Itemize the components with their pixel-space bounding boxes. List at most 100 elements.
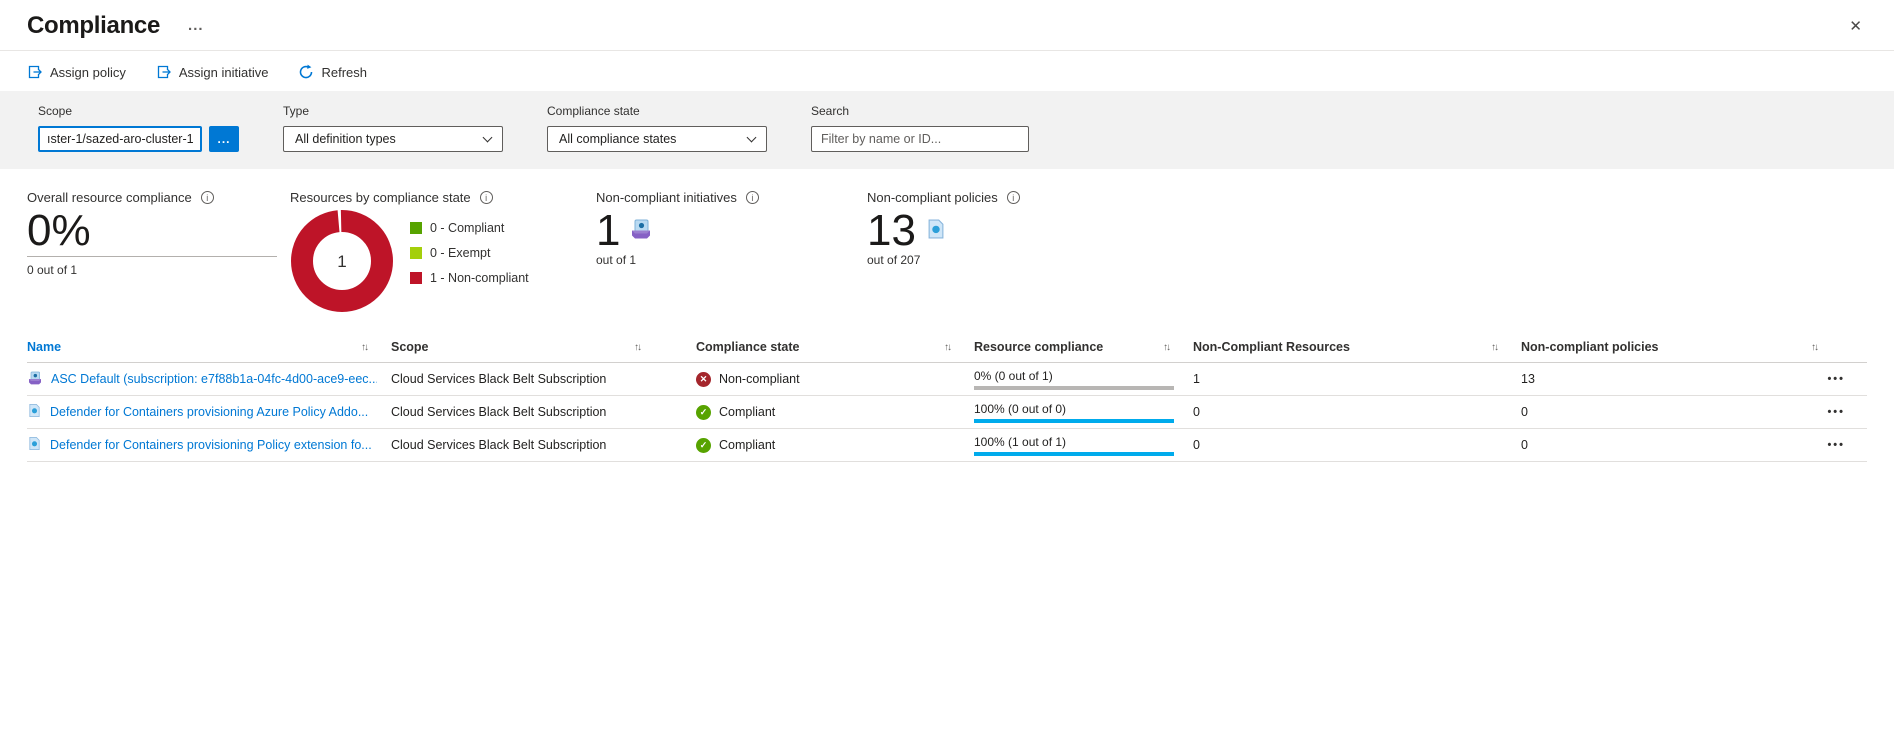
policy-set-link[interactable]: ASC Default (subscription: e7f88b1a-04fc…: [51, 372, 377, 386]
scope-label: Scope: [38, 104, 239, 118]
compliance-state-cell: Non-compliant: [719, 372, 800, 386]
donut-legend: 0 - Compliant 0 - Exempt 1 - Non-complia…: [410, 221, 529, 318]
context-menu-icon[interactable]: ...: [188, 21, 204, 31]
scope-cell: Cloud Services Black Belt Subscription: [391, 372, 696, 386]
sort-icon[interactable]: ↑↓: [1491, 342, 1497, 353]
refresh-label: Refresh: [321, 65, 367, 80]
info-icon[interactable]: i: [1007, 191, 1020, 204]
non-compliant-policies-title: Non-compliant policies: [867, 190, 998, 205]
compliance-progress-bar: [974, 386, 1174, 390]
legend-label-non-compliant: 1 - Non-compliant: [430, 271, 529, 285]
legend-swatch-exempt: [410, 247, 422, 259]
column-header-non-compliant-policies[interactable]: Non-compliant policies ↑↓: [1521, 340, 1817, 354]
overall-compliance-title: Overall resource compliance: [27, 190, 192, 205]
non-compliant-initiatives-subtext: out of 1: [596, 253, 867, 267]
column-header-scope[interactable]: Scope ↑↓: [391, 340, 696, 354]
compliance-donut-chart[interactable]: 1: [290, 209, 394, 318]
compliance-state-cell: Compliant: [719, 438, 775, 452]
compliant-icon: ✓: [696, 405, 711, 420]
type-label: Type: [283, 104, 503, 118]
chevron-down-icon: [483, 132, 493, 142]
row-menu-icon[interactable]: •••: [1817, 406, 1867, 418]
legend-label-exempt: 0 - Exempt: [430, 246, 490, 260]
sort-icon[interactable]: ↑↓: [944, 342, 950, 353]
search-label: Search: [811, 104, 1029, 118]
search-input[interactable]: [811, 126, 1029, 152]
non-compliant-icon: ✕: [696, 372, 711, 387]
resource-compliance-cell: 100% (0 out of 0): [974, 402, 1177, 416]
assign-policy-button[interactable]: Assign policy: [27, 64, 126, 80]
table-row: ASC Default (subscription: e7f88b1a-04fc…: [27, 363, 1867, 396]
close-icon[interactable]: ✕: [1843, 15, 1868, 37]
compliance-state-cell: Compliant: [719, 405, 775, 419]
compliance-state-label: Compliance state: [547, 104, 767, 118]
sort-icon[interactable]: ↑↓: [361, 342, 367, 353]
row-menu-icon[interactable]: •••: [1817, 439, 1867, 451]
policy-icon: [27, 436, 42, 454]
table-row: Defender for Containers provisioning Azu…: [27, 396, 1867, 429]
compliance-state-filter: Compliance state All compliance states: [547, 104, 767, 152]
assign-policy-label: Assign policy: [50, 65, 126, 80]
compliance-progress-bar: [974, 452, 1174, 456]
policy-link[interactable]: Defender for Containers provisioning Pol…: [50, 438, 372, 452]
policy-link[interactable]: Defender for Containers provisioning Azu…: [50, 405, 368, 419]
table-row: Defender for Containers provisioning Pol…: [27, 429, 1867, 462]
non-compliant-policies-card: Non-compliant policies i 13 out of 207: [867, 190, 1020, 318]
type-dropdown-value: All definition types: [295, 132, 396, 146]
legend-swatch-non-compliant: [410, 272, 422, 284]
command-toolbar: Assign policy Assign initiative Refresh: [0, 51, 1894, 91]
type-filter: Type All definition types: [283, 104, 503, 152]
sort-icon[interactable]: ↑↓: [1163, 342, 1169, 353]
non-compliant-policies-cell: 0: [1521, 405, 1817, 419]
non-compliant-initiatives-card: Non-compliant initiatives i 1 out of 1: [596, 190, 867, 318]
overall-divider: [27, 256, 277, 257]
scope-input[interactable]: [38, 126, 202, 152]
policy-icon: [925, 218, 947, 245]
compliance-state-dropdown[interactable]: All compliance states: [547, 126, 767, 152]
type-dropdown[interactable]: All definition types: [283, 126, 503, 152]
compliance-state-dropdown-value: All compliance states: [559, 132, 676, 146]
scope-picker-button[interactable]: ...: [209, 126, 239, 152]
non-compliant-resources-cell: 0: [1193, 405, 1521, 419]
column-header-resource-compliance[interactable]: Resource compliance ↑↓: [974, 340, 1193, 354]
column-header-non-compliant-resources[interactable]: Non-Compliant Resources ↑↓: [1193, 340, 1521, 354]
resources-by-state-title: Resources by compliance state: [290, 190, 471, 205]
non-compliant-resources-cell: 0: [1193, 438, 1521, 452]
page-title: Compliance: [27, 12, 160, 40]
non-compliant-policies-subtext: out of 207: [867, 253, 1020, 267]
non-compliant-initiatives-value: 1: [596, 209, 620, 253]
column-header-compliance-state[interactable]: Compliance state ↑↓: [696, 340, 974, 354]
resources-by-state-card: Resources by compliance state i 1 0 - Co…: [290, 190, 596, 318]
compliance-progress-bar: [974, 419, 1174, 423]
overall-compliance-subtext: 0 out of 1: [27, 263, 290, 277]
assign-policy-icon: [27, 64, 43, 80]
non-compliant-initiatives-title: Non-compliant initiatives: [596, 190, 737, 205]
sort-icon[interactable]: ↑↓: [634, 342, 640, 353]
policy-icon: [27, 403, 42, 421]
info-icon[interactable]: i: [201, 191, 214, 204]
non-compliant-policies-value: 13: [867, 209, 916, 253]
non-compliant-policies-cell: 13: [1521, 372, 1817, 386]
legend-item-exempt: 0 - Exempt: [410, 246, 529, 260]
info-icon[interactable]: i: [480, 191, 493, 204]
donut-center-value: 1: [337, 252, 346, 271]
assign-initiative-button[interactable]: Assign initiative: [156, 64, 269, 80]
search-filter: Search: [811, 104, 1029, 152]
filter-bar: Scope ... Type All definition types Comp…: [0, 91, 1894, 169]
assign-initiative-label: Assign initiative: [179, 65, 269, 80]
row-menu-icon[interactable]: •••: [1817, 373, 1867, 385]
scope-cell: Cloud Services Black Belt Subscription: [391, 438, 696, 452]
refresh-icon: [298, 64, 314, 80]
blade-header: Compliance ... ✕: [0, 0, 1894, 42]
column-header-name[interactable]: Name ↑↓: [27, 340, 391, 354]
refresh-button[interactable]: Refresh: [298, 64, 367, 80]
non-compliant-policies-cell: 0: [1521, 438, 1817, 452]
assign-initiative-icon: [156, 64, 172, 80]
scope-filter: Scope ...: [38, 104, 239, 152]
legend-label-compliant: 0 - Compliant: [430, 221, 504, 235]
initiative-icon: [629, 217, 653, 246]
info-icon[interactable]: i: [746, 191, 759, 204]
sort-icon[interactable]: ↑↓: [1811, 342, 1817, 353]
scope-cell: Cloud Services Black Belt Subscription: [391, 405, 696, 419]
initiative-icon: [27, 370, 43, 389]
